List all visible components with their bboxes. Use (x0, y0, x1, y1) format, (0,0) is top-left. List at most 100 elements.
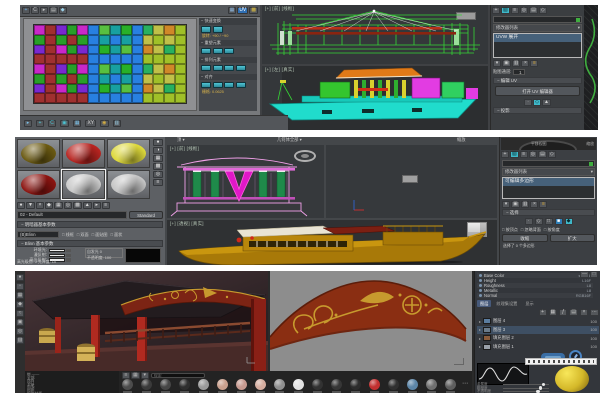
stack-item[interactable]: 可编辑多边形 (503, 178, 594, 186)
selection-rollout-header[interactable]: − 选择 (502, 209, 595, 216)
zoom-label[interactable]: 缩放 (457, 137, 466, 143)
chevron-icon[interactable]: ▸ (479, 344, 481, 349)
modifier-list-dropdown[interactable]: 修改器列表▾ (502, 168, 595, 176)
viewport-label[interactable]: [+] [透视] [真实] (170, 221, 204, 227)
checkbox-按角度[interactable]: □ 按角度 (544, 227, 560, 233)
add-layer-icon[interactable]: + (539, 309, 547, 316)
object-name-field[interactable] (493, 16, 582, 23)
channel-row[interactable]: NormalRGB16F (477, 293, 593, 298)
tool-icon[interactable] (201, 65, 211, 72)
display-tab-icon[interactable]: ▤ (529, 7, 538, 14)
show-end-result-icon[interactable]: ▣ (511, 201, 520, 208)
viewport-3d[interactable] (25, 271, 268, 371)
checkbox-双面[interactable]: □ 双面 (77, 232, 89, 238)
modifier-stack[interactable]: 可编辑多边形 (502, 177, 595, 199)
checkbox-按顶点[interactable]: □ 按顶点 (502, 227, 518, 233)
shelf-material[interactable] (426, 379, 437, 393)
shelf-material[interactable] (255, 379, 266, 393)
pan-icon[interactable]: + (22, 7, 30, 14)
selection-icon[interactable]: ▨ (16, 337, 25, 344)
smudge-icon[interactable]: ≈ (16, 310, 24, 317)
polygon-icon[interactable]: ■ (555, 218, 563, 225)
eraser-icon[interactable]: ▫ (16, 283, 24, 290)
layer-row[interactable]: ▸图层 3100 (477, 326, 599, 335)
viewport-front-wireframe[interactable]: [+] [前] [线框] (262, 5, 488, 64)
add-fill-icon[interactable]: ▦ (549, 309, 558, 316)
map-button[interactable] (66, 254, 71, 258)
more-icon[interactable]: ⋯ (590, 309, 599, 316)
grid-view-icon[interactable]: ▦ (131, 372, 140, 379)
select-icon[interactable]: ▸ (40, 7, 48, 14)
viewport-front-pavilion[interactable]: [+] [前] [线框] (167, 145, 324, 218)
configure-icon[interactable]: ≡ (530, 60, 538, 67)
layer-row[interactable]: ▸填充图层 1100 (477, 343, 599, 352)
material-slot[interactable] (107, 170, 150, 199)
tool-icon[interactable] (213, 82, 223, 89)
stack-item[interactable]: UVW 展开 (494, 34, 581, 42)
layer-opacity[interactable]: 100 (590, 344, 597, 349)
layer-opacity[interactable]: 100 (590, 327, 597, 332)
shelf-material[interactable] (122, 379, 133, 393)
make-unique-icon[interactable]: ▥ (521, 201, 530, 208)
filter-dropdown[interactable]: 顶 ▾ (177, 137, 185, 143)
tool-icon[interactable] (236, 65, 246, 72)
shelf-material[interactable] (331, 379, 342, 393)
steering-wheel[interactable] (519, 140, 577, 150)
modify-tab-icon[interactable]: ▧ (510, 151, 519, 158)
tiling-icon[interactable]: ▩ (153, 163, 163, 170)
brush-icon[interactable]: ● (16, 274, 24, 281)
options-icon[interactable]: ≡ (153, 179, 163, 186)
shelf-material[interactable] (179, 379, 190, 393)
show-end-result-icon[interactable]: ▣ (502, 60, 511, 67)
tool-icon[interactable] (201, 82, 211, 89)
motion-tab-icon[interactable]: ◎ (529, 151, 537, 158)
put-library-icon[interactable]: ▦ (54, 202, 63, 209)
create-tab-icon[interactable]: + (501, 151, 509, 158)
material-slot[interactable] (62, 139, 105, 168)
slider-handle[interactable] (539, 386, 542, 389)
uv-chip[interactable]: UV (237, 7, 248, 14)
layer-row[interactable]: ▸图层 4100 (477, 317, 599, 326)
map-button[interactable] (66, 249, 71, 253)
tab-1[interactable]: 纹理集设置 (493, 300, 520, 307)
material-preview-sphere[interactable] (555, 366, 589, 392)
face-icon[interactable]: ▲ (542, 99, 551, 106)
add-folder-icon[interactable]: ▤ (569, 309, 578, 316)
layer-opacity[interactable]: 100 (590, 319, 597, 324)
object-name-field[interactable] (502, 160, 595, 167)
blinn-params-header[interactable]: − Blinn 基本参数 (17, 240, 163, 247)
sound-icon[interactable]: ◆ (59, 7, 67, 14)
layer-row[interactable]: ▸填充图层 2100 (477, 334, 599, 343)
picker-icon[interactable]: ◎ (16, 328, 24, 335)
delete-layer-icon[interactable]: × (580, 309, 588, 316)
tool-icon[interactable] (213, 48, 223, 55)
shelf-material[interactable] (141, 379, 152, 393)
grid-icon[interactable]: ▦ (228, 7, 237, 14)
material-slot[interactable] (17, 139, 60, 168)
uv-canvas[interactable] (23, 18, 197, 111)
remove-modifier-icon[interactable]: × (530, 201, 538, 208)
shelf-material[interactable] (407, 379, 418, 393)
projection-rollout-header[interactable]: − 投影 (493, 107, 582, 114)
chevron-icon[interactable]: ▸ (479, 336, 481, 341)
snap-icon[interactable]: ▦ (73, 120, 82, 127)
shader-params-header[interactable]: − 明暗器基本参数 (17, 221, 163, 228)
add-effect-icon[interactable]: ƒ (559, 309, 567, 316)
chevron-icon[interactable]: ▸ (479, 327, 481, 332)
chevron-icon[interactable]: ▸ (479, 319, 481, 324)
viewport-button[interactable] (402, 175, 418, 183)
tool-icon[interactable] (236, 82, 246, 89)
shelf-search-input[interactable] (151, 373, 205, 379)
shelf-more-button[interactable]: ⋯ (462, 380, 468, 387)
slider-track[interactable] (503, 388, 549, 389)
filter-icon[interactable]: ▾ (141, 372, 149, 379)
slider-track[interactable] (503, 384, 549, 385)
make-unique-icon[interactable]: ◆ (45, 202, 53, 209)
scale-icon[interactable]: ▣ (60, 120, 69, 127)
element-icon[interactable]: ◆ (565, 218, 573, 225)
pin-stack-icon[interactable]: ▾ (493, 60, 501, 67)
checkbox-线框[interactable]: □ 线框 (62, 232, 74, 238)
shelf-material[interactable] (236, 379, 247, 393)
move-icon[interactable]: + (36, 120, 44, 127)
utilities-tab-icon[interactable]: ◇ (539, 7, 547, 14)
